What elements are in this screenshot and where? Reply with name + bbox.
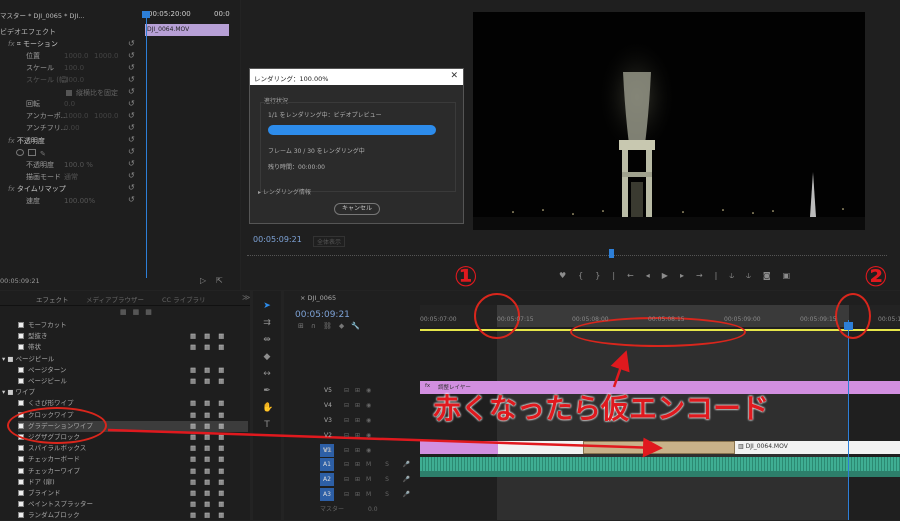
track-label: V5 [324, 387, 332, 394]
audio-track-header[interactable]: A3 ⊟⊞M S 🎤 [284, 487, 420, 502]
track-toggle-icons[interactable]: ⊟⊞◉ [344, 398, 377, 413]
ruler-tick-label: 00:05:09:00 [724, 316, 761, 323]
track-label: V1 [324, 447, 332, 454]
video-track-header[interactable]: V3 ⊟⊞◉ [284, 413, 420, 428]
ruler-tick-label: 00:05:10 [878, 316, 900, 323]
audio-track-label[interactable]: A1 [320, 458, 334, 471]
video-track-header[interactable]: V4 ⊟⊞◉ [284, 398, 420, 413]
annotation-arrows [107, 350, 663, 458]
ruler-tick-label: 00:05:08:00 [572, 316, 609, 323]
arrow-up [610, 350, 630, 388]
video-track-header[interactable]: V2 ⊟⊞◉ [284, 428, 420, 443]
ruler-tick-label: 00:05:07:15 [497, 316, 534, 323]
ruler-tick-label: 00:05:08:15 [648, 316, 685, 323]
video-track-header[interactable]: V1 V1 ⊟⊞◉ [284, 443, 420, 458]
track-label: V3 [324, 417, 332, 424]
ruler-tick-label: 00:05:07:00 [420, 316, 457, 323]
track-toggle-icons[interactable]: ⊟⊞◉ [344, 413, 377, 428]
track-toggle-icons[interactable]: ⊟⊞◉ [344, 443, 377, 458]
audio-track-toggle-icons[interactable]: ⊟⊞M S 🎤 [344, 457, 416, 472]
audio-track-header[interactable]: A1 ⊟⊞M S 🎤 [284, 457, 420, 472]
audio-track-header[interactable]: A2 ⊟⊞M S 🎤 [284, 472, 420, 487]
master-label: マスター [320, 506, 345, 513]
track-label: V2 [324, 432, 332, 439]
audio-track-toggle-icons[interactable]: ⊟⊞M S 🎤 [344, 472, 416, 487]
audio-track-label[interactable]: A3 [320, 488, 334, 501]
track-label: V4 [324, 402, 332, 409]
track-toggle-icons[interactable]: ⊟⊞◉ [344, 383, 377, 398]
master-volume[interactable]: 0.0 [368, 502, 378, 517]
audio-track-label[interactable]: A2 [320, 473, 334, 486]
track-toggle-icons[interactable]: ⊟⊞◉ [344, 428, 377, 443]
audio-track-toggle-icons[interactable]: ⊟⊞M S 🎤 [344, 487, 416, 502]
video-track-header[interactable]: V5 ⊟⊞◉ [284, 383, 420, 398]
master-track-header[interactable]: マスター 0.0 [284, 502, 420, 517]
ruler-tick-label: 00:05:09:15 [800, 316, 837, 323]
